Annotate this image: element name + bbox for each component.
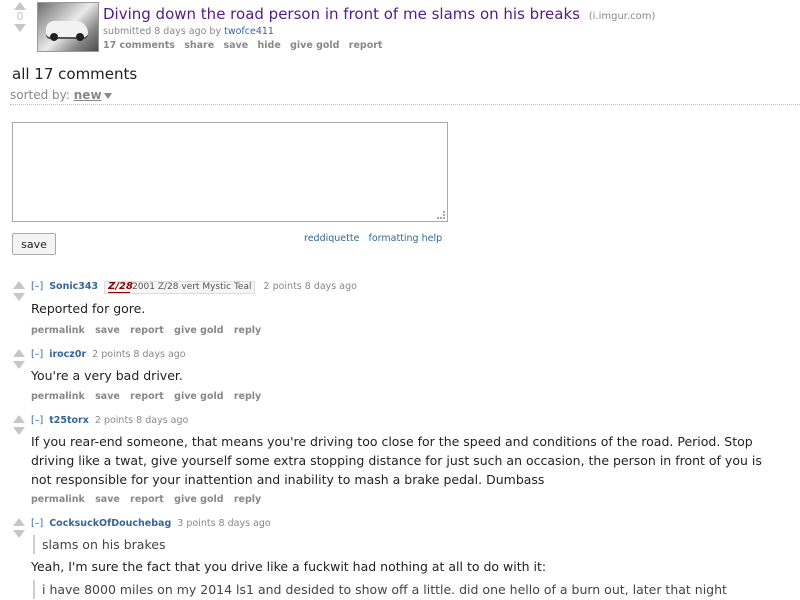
save-button[interactable]: save [12, 233, 56, 255]
comment-tagline: [–] irocz0r 2 points 8 days ago [31, 349, 186, 360]
save-link[interactable]: save [95, 325, 120, 336]
downvote-arrow-icon[interactable] [13, 361, 25, 369]
give-gold-link[interactable]: give gold [174, 325, 223, 336]
downvote-arrow-icon[interactable] [14, 24, 26, 32]
user-flair: Z/282001 Z/28 vert Mystic Teal [104, 281, 256, 294]
hide-link[interactable]: hide [258, 40, 281, 51]
comment-meta: 2 points 8 days ago [263, 281, 357, 292]
comment-body: slams on his brakes Yeah, I'm sure the f… [31, 535, 771, 599]
post-entry: 0 Diving down the road person in front o… [0, 0, 800, 60]
permalink-link[interactable]: permalink [31, 325, 85, 336]
z28-logo: Z/28 [108, 281, 133, 293]
comment-author[interactable]: CocksuckOfDouchebag [49, 518, 171, 529]
comment-text: Yeah, I'm sure the fact that you drive l… [31, 559, 547, 574]
reddiquette-link[interactable]: reddiquette [304, 233, 359, 244]
comment-tagline: [–] t25torx 2 points 8 days ago [31, 415, 188, 426]
downvote-arrow-icon[interactable] [13, 530, 25, 538]
upvote-arrow-icon[interactable] [13, 415, 25, 423]
comment-tagline: [–] CocksuckOfDouchebag 3 points 8 days … [31, 518, 271, 529]
comment-meta: 3 points 8 days ago [177, 518, 271, 529]
give-gold-link[interactable]: give gold [174, 494, 223, 505]
caret-down-icon[interactable] [103, 93, 112, 99]
downvote-arrow-icon[interactable] [13, 427, 25, 435]
share-button[interactable]: share [184, 40, 214, 51]
comments-count-title: all 17 comments [12, 65, 138, 83]
resize-handle-icon[interactable] [437, 211, 445, 219]
comment-buttons: permalink save report give gold reply [31, 325, 268, 336]
comment-body: You're a very bad driver. [31, 368, 183, 383]
reply-link[interactable]: reply [234, 494, 261, 505]
comment-body: If you rear-end someone, that means you'… [31, 434, 762, 487]
comment-author[interactable]: Sonic343 [49, 281, 98, 292]
post-thumbnail[interactable] [37, 2, 99, 52]
comment-textarea[interactable] [12, 122, 448, 222]
formatting-help-link[interactable]: formatting help [368, 233, 442, 244]
submitted-text: submitted 8 days ago by [103, 26, 222, 37]
flair-text: 2001 Z/28 vert Mystic Teal [132, 282, 252, 292]
post-title[interactable]: Diving down the road person in front of … [103, 5, 580, 23]
post-domain[interactable]: (i.imgur.com) [589, 11, 656, 22]
comment-buttons: permalink save report give gold reply [31, 494, 268, 505]
report-link[interactable]: report [130, 391, 164, 402]
report-link[interactable]: report [130, 494, 164, 505]
comment-meta: 2 points 8 days ago [92, 349, 186, 360]
give-gold-link[interactable]: give gold [174, 391, 223, 402]
comment-author[interactable]: irocz0r [49, 349, 86, 360]
upvote-arrow-icon[interactable] [13, 281, 25, 289]
report-link[interactable]: report [349, 40, 383, 51]
blockquote: i have 8000 miles on my 2014 ls1 and des… [33, 580, 771, 599]
comment-meta: 2 points 8 days ago [94, 415, 189, 426]
comment-author[interactable]: t25torx [49, 415, 89, 426]
post-tagline: submitted 8 days ago by twofce411 [103, 26, 274, 37]
report-link[interactable]: report [130, 325, 164, 336]
reply-link[interactable]: reply [234, 325, 261, 336]
collapse-toggle[interactable]: [–] [31, 415, 43, 426]
blockquote: slams on his brakes [33, 535, 771, 554]
collapse-toggle[interactable]: [–] [31, 349, 43, 360]
collapse-toggle[interactable]: [–] [31, 518, 43, 529]
sort-label: sorted by: [10, 88, 70, 102]
downvote-arrow-icon[interactable] [13, 293, 25, 301]
permalink-link[interactable]: permalink [31, 494, 85, 505]
permalink-link[interactable]: permalink [31, 391, 85, 402]
post-buttons: 17 comments share save hide give gold re… [103, 40, 388, 51]
upvote-arrow-icon[interactable] [14, 2, 26, 10]
sort-bar: sorted by: new [10, 88, 800, 105]
help-links: reddiquette formatting help [304, 233, 448, 244]
save-link[interactable]: save [95, 494, 120, 505]
collapse-toggle[interactable]: [–] [31, 281, 43, 292]
save-link[interactable]: save [223, 40, 248, 51]
save-link[interactable]: save [95, 391, 120, 402]
reply-link[interactable]: reply [234, 391, 261, 402]
sort-dropdown[interactable]: new [74, 88, 102, 102]
post-author[interactable]: twofce411 [224, 26, 274, 37]
upvote-arrow-icon[interactable] [13, 518, 25, 526]
post-vote: 0 [8, 2, 32, 32]
comment-tagline: [–] Sonic343 Z/282001 Z/28 vert Mystic T… [31, 281, 357, 294]
upvote-arrow-icon[interactable] [13, 349, 25, 357]
comment-body: Reported for gore. [31, 301, 146, 316]
give-gold-link[interactable]: give gold [290, 40, 339, 51]
comment-buttons: permalink save report give gold reply [31, 391, 268, 402]
comments-link[interactable]: 17 comments [103, 40, 175, 51]
post-score: 0 [16, 10, 24, 23]
